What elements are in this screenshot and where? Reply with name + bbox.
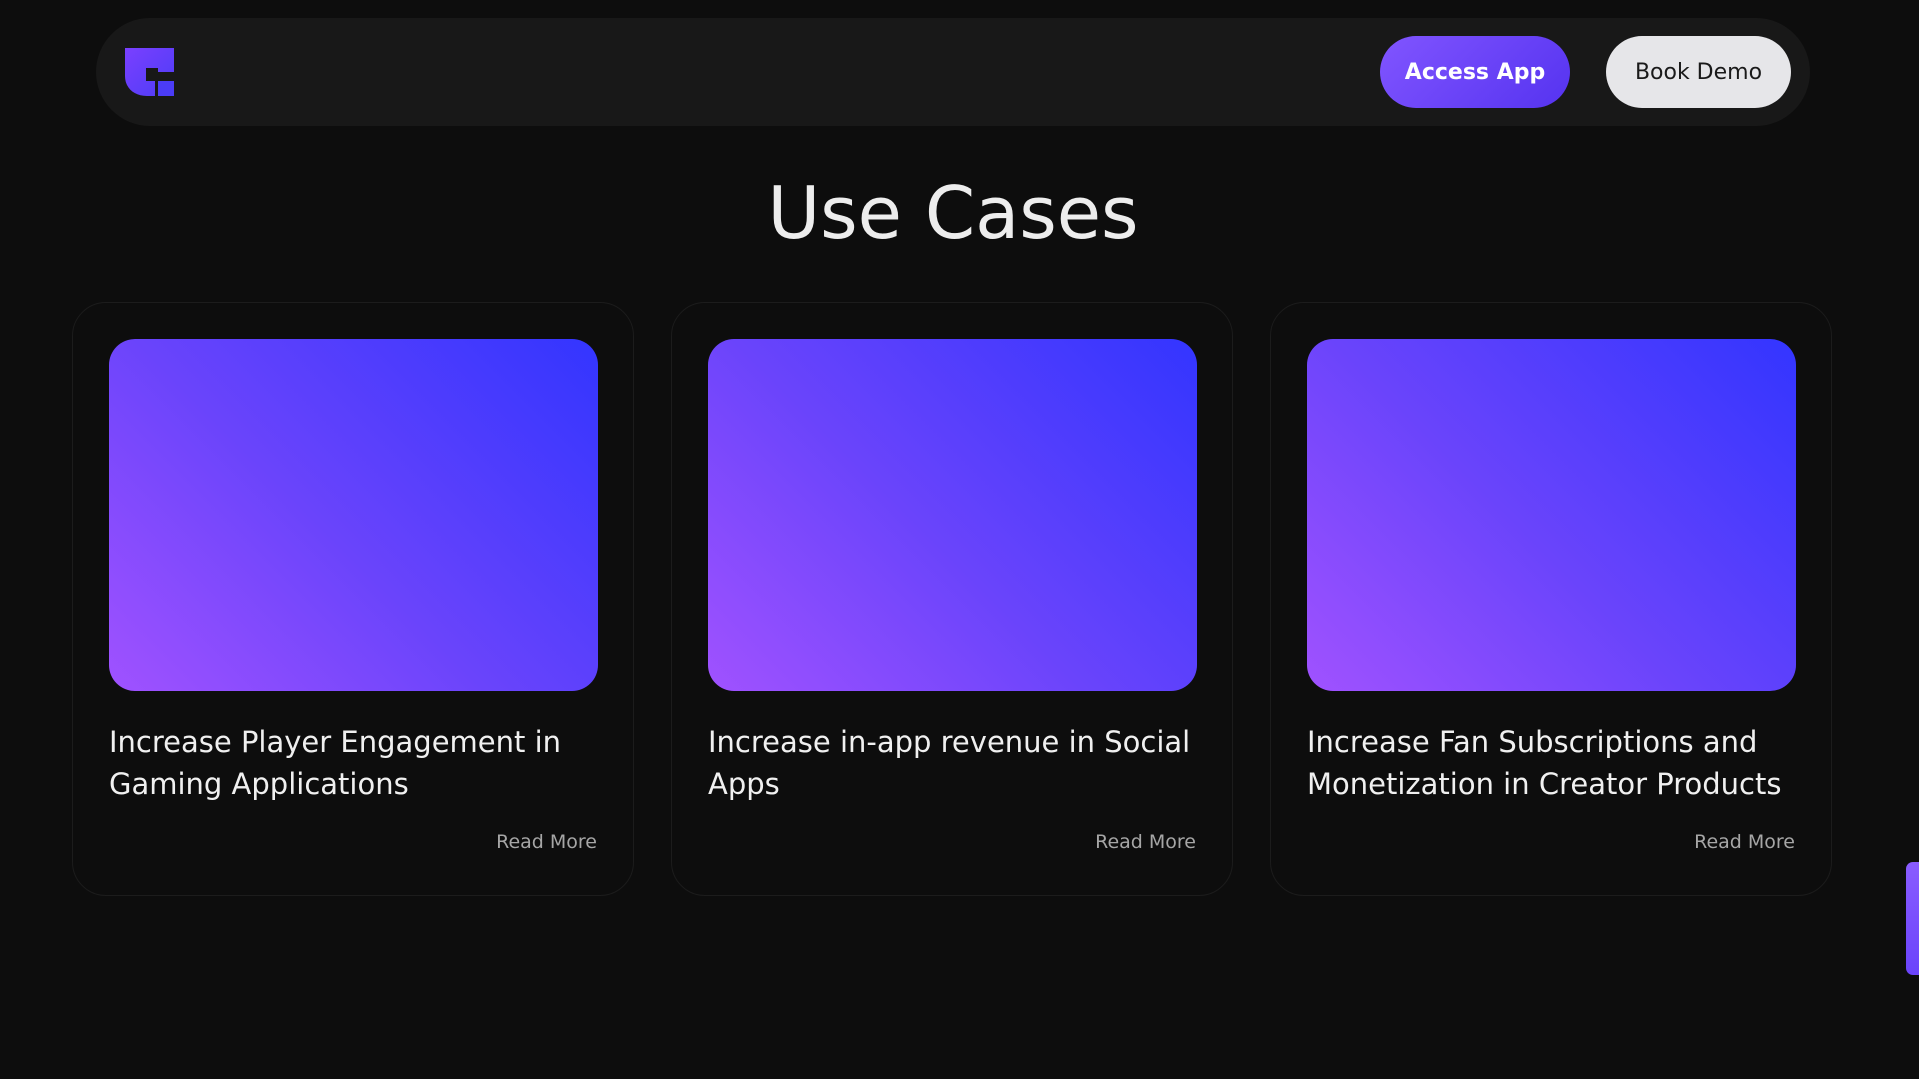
read-more-link[interactable]: Read More (496, 831, 597, 853)
book-demo-button[interactable]: Book Demo (1606, 36, 1791, 108)
card-title: Increase Fan Subscriptions and Monetizat… (1307, 725, 1782, 801)
brand-logo-icon[interactable] (125, 48, 175, 96)
use-case-card[interactable]: Increase Fan Subscriptions and Monetizat… (1270, 302, 1832, 896)
read-more-link[interactable]: Read More (1694, 831, 1795, 853)
use-case-card[interactable]: Increase in-app revenue in Social Apps R… (671, 302, 1233, 896)
section-title: Use Cases (767, 171, 1139, 255)
brand-logo-icon-graphic (125, 48, 174, 96)
card-title: Increase Player Engagement in Gaming App… (109, 725, 562, 801)
use-case-card[interactable]: Increase Player Engagement in Gaming App… (72, 302, 634, 896)
read-more-link[interactable]: Read More (1095, 831, 1196, 853)
scrollbar-thumb[interactable] (1906, 862, 1919, 975)
navbar: Access App Book Demo (96, 18, 1810, 126)
access-app-button[interactable]: Access App (1380, 36, 1570, 108)
card-image (109, 339, 598, 691)
card-image (1307, 339, 1796, 691)
card-title: Increase in-app revenue in Social Apps (708, 725, 1191, 801)
page: Access App Book Demo Use Cases Increase … (0, 0, 1919, 1079)
card-image (708, 339, 1197, 691)
